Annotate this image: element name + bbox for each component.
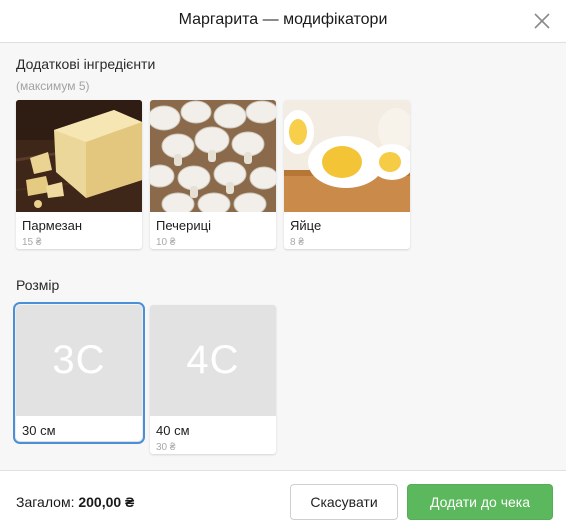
ingredient-card-parmesan[interactable]: Пармезан 15 ₴: [16, 100, 142, 249]
size-price: 30 ₴: [156, 442, 176, 453]
dialog-header: Маргарита — модифікатори: [0, 0, 566, 43]
size-card-30[interactable]: 3С 30 см: [13, 302, 145, 444]
ingredient-name: Пармезан: [22, 218, 83, 233]
size-title: Розмір: [16, 277, 60, 293]
ingredient-price: 8 ₴: [290, 237, 304, 248]
size-name: 40 см: [156, 423, 190, 438]
size-placeholder: 4С: [150, 305, 276, 416]
cancel-button[interactable]: Скасувати: [290, 484, 398, 520]
ingredient-card-egg[interactable]: Яйце 8 ₴: [284, 100, 410, 249]
ingredient-name: Печериці: [156, 218, 211, 233]
ingredient-card-mushrooms[interactable]: Печериці 10 ₴: [150, 100, 276, 249]
size-card-40[interactable]: 4С 40 см 30 ₴: [150, 305, 276, 454]
mushrooms-image: [150, 100, 276, 212]
total-value: 200,00 ₴: [78, 494, 135, 510]
ingredients-hint: (максимум 5): [16, 79, 90, 93]
ingredient-price: 10 ₴: [156, 237, 176, 248]
close-icon[interactable]: [532, 11, 552, 31]
parmesan-image: [16, 100, 142, 212]
size-name: 30 см: [22, 423, 56, 438]
egg-image: [284, 100, 410, 212]
ingredient-name: Яйце: [290, 218, 322, 233]
dialog-title: Маргарита — модифікатори: [178, 11, 388, 28]
ingredients-title: Додаткові інгредієнти: [16, 56, 156, 72]
ingredient-price: 15 ₴: [22, 237, 42, 248]
size-placeholder: 3С: [16, 305, 142, 416]
total-label: Загалом:: [16, 494, 79, 510]
add-to-receipt-button[interactable]: Додати до чека: [407, 484, 553, 520]
dialog-footer: Загалом: 200,00 ₴ Скасувати Додати до че…: [0, 470, 566, 530]
total: Загалом: 200,00 ₴: [16, 494, 134, 510]
